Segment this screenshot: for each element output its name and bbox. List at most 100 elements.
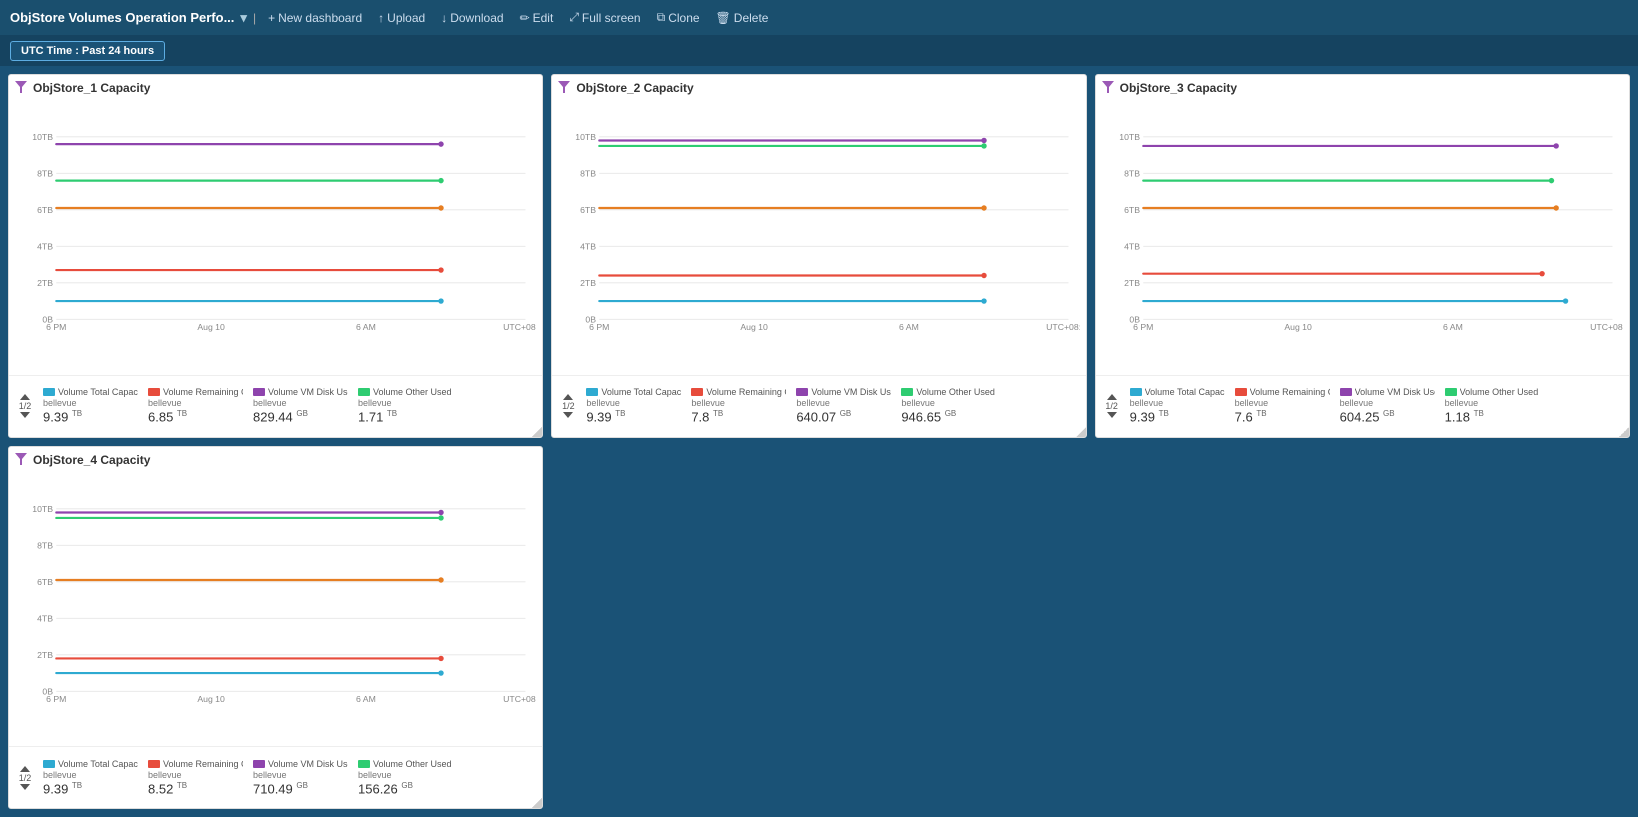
svg-text:6 PM: 6 PM <box>589 322 609 332</box>
legend-location: bellevue <box>253 398 348 408</box>
legend-prev-btn[interactable] <box>1107 394 1117 400</box>
legend-item: Volume Remaining Cap... bellevue 7.6 TB <box>1235 387 1330 424</box>
download-btn[interactable]: ↓ Download <box>435 7 509 29</box>
legend-page: 1/2 <box>562 401 575 411</box>
legend-items: Volume Total Capacit... bellevue 9.39 TB… <box>43 759 536 796</box>
legend-item-name: Volume Remaining Cap... <box>706 387 786 397</box>
time-filter-badge[interactable]: UTC Time : Past 24 hours <box>10 41 165 61</box>
svg-text:UTC+08:00: UTC+08:00 <box>503 694 536 704</box>
resize-handle[interactable] <box>532 427 542 437</box>
dropdown-icon[interactable]: ▾ <box>240 10 247 26</box>
svg-text:6TB: 6TB <box>37 205 53 215</box>
legend-item-name: Volume Remaining Cap... <box>1250 387 1330 397</box>
legend-item: Volume Other Used Ca... bellevue 946.65 … <box>901 387 996 424</box>
legend-item: Volume Total Capacit... bellevue 9.39 TB <box>1130 387 1225 424</box>
svg-text:2TB: 2TB <box>1124 278 1140 288</box>
delete-btn[interactable]: 🗑 Delete <box>710 7 775 29</box>
legend-prev-btn[interactable] <box>20 394 30 400</box>
legend-color <box>586 388 598 396</box>
legend-color <box>253 388 265 396</box>
legend-color <box>796 388 808 396</box>
legend-location: bellevue <box>796 398 891 408</box>
topbar: ObjStore Volumes Operation Perfo... ▾ | … <box>0 0 1638 36</box>
svg-text:10TB: 10TB <box>32 132 53 142</box>
resize-handle[interactable] <box>1619 427 1629 437</box>
legend-value: 9.39 TB <box>43 781 138 796</box>
legend-area: 1/2 Volume Total Capacit... bellevue 9.3… <box>552 375 1085 437</box>
svg-text:6 AM: 6 AM <box>356 694 376 704</box>
edit-btn[interactable]: ✏ Edit <box>514 7 560 29</box>
legend-item: Volume VM Disk Used ... bellevue 829.44 … <box>253 387 348 424</box>
legend-value: 9.39 TB <box>586 409 681 424</box>
panel-1: ObjStore_1 Capacity10TB8TB6TB4TB2TB0B6 P… <box>8 74 543 438</box>
legend-nav: 1/2 <box>15 394 35 418</box>
svg-text:10TB: 10TB <box>1119 132 1140 142</box>
svg-text:6 AM: 6 AM <box>1443 322 1463 332</box>
legend-item-header: Volume Other Used Ca... <box>901 387 996 397</box>
legend-location: bellevue <box>1340 398 1435 408</box>
new-dashboard-btn[interactable]: + New dashboard <box>262 7 368 29</box>
legend-location: bellevue <box>43 770 138 780</box>
legend-next-btn[interactable] <box>20 784 30 790</box>
legend-page: 1/2 <box>19 401 32 411</box>
legend-next-btn[interactable] <box>1107 412 1117 418</box>
legend-next-btn[interactable] <box>563 412 573 418</box>
legend-item: Volume Total Capacit... bellevue 9.39 TB <box>43 759 138 796</box>
legend-value: 6.85 TB <box>148 409 243 424</box>
svg-text:10TB: 10TB <box>576 132 597 142</box>
legend-item-name: Volume Other Used Ca... <box>373 387 453 397</box>
fullscreen-icon: ⤢ <box>569 10 579 25</box>
legend-location: bellevue <box>1235 398 1330 408</box>
legend-item: Volume Other Used Ca... bellevue 1.71 TB <box>358 387 453 424</box>
filter-icon <box>15 453 27 465</box>
legend-location: bellevue <box>43 398 138 408</box>
legend-next-btn[interactable] <box>20 412 30 418</box>
panel-title: ObjStore_1 Capacity <box>9 75 542 97</box>
chart-area: 10TB8TB6TB4TB2TB0B6 PMAug 106 AMUTC+08:0… <box>552 97 1085 375</box>
legend-location: bellevue <box>901 398 996 408</box>
svg-text:4TB: 4TB <box>1124 242 1140 252</box>
svg-text:UTC+08:00: UTC+08:00 <box>503 322 536 332</box>
upload-btn[interactable]: ↑ Upload <box>372 7 431 29</box>
legend-color <box>1340 388 1352 396</box>
legend-color <box>148 760 160 768</box>
legend-value: 9.39 TB <box>1130 409 1225 424</box>
svg-text:10TB: 10TB <box>32 504 53 514</box>
legend-item-header: Volume VM Disk Used ... <box>253 759 348 769</box>
legend-prev-btn[interactable] <box>563 394 573 400</box>
resize-handle[interactable] <box>532 798 542 808</box>
legend-area: 1/2 Volume Total Capacit... bellevue 9.3… <box>1096 375 1629 437</box>
dashboard-grid: ObjStore_1 Capacity10TB8TB6TB4TB2TB0B6 P… <box>0 66 1638 817</box>
legend-color <box>43 760 55 768</box>
legend-item-name: Volume Other Used Ca... <box>916 387 996 397</box>
legend-page: 1/2 <box>1105 401 1118 411</box>
legend-item: Volume Total Capacit... bellevue 9.39 TB <box>586 387 681 424</box>
title-text: ObjStore Volumes Operation Perfo... <box>10 10 234 25</box>
resize-handle[interactable] <box>1076 427 1086 437</box>
legend-item: Volume VM Disk Used ... bellevue 640.07 … <box>796 387 891 424</box>
legend-location: bellevue <box>1130 398 1225 408</box>
legend-item-name: Volume Other Used Ca... <box>1460 387 1540 397</box>
filter-icon <box>558 81 570 93</box>
legend-color <box>1445 388 1457 396</box>
legend-value: 9.39 TB <box>43 409 138 424</box>
legend-item-header: Volume VM Disk Used ... <box>796 387 891 397</box>
svg-text:Aug 10: Aug 10 <box>197 322 225 332</box>
legend-item-header: Volume VM Disk Used ... <box>253 387 348 397</box>
download-icon: ↓ <box>441 11 447 25</box>
legend-item-header: Volume Remaining Cap... <box>1235 387 1330 397</box>
svg-text:8TB: 8TB <box>37 169 53 179</box>
clone-btn[interactable]: ⧉ Clone <box>651 6 706 29</box>
legend-item-header: Volume VM Disk Used ... <box>1340 387 1435 397</box>
legend-color <box>358 388 370 396</box>
svg-text:6TB: 6TB <box>37 577 53 587</box>
legend-prev-btn[interactable] <box>20 766 30 772</box>
legend-item-header: Volume Other Used Ca... <box>358 387 453 397</box>
time-value: Past 24 hours <box>82 45 154 57</box>
legend-location: bellevue <box>1445 398 1540 408</box>
fullscreen-btn[interactable]: ⤢ Full screen <box>563 6 646 29</box>
upload-icon: ↑ <box>378 11 384 25</box>
legend-item-name: Volume VM Disk Used ... <box>1355 387 1435 397</box>
plus-icon: + <box>268 11 275 25</box>
svg-text:8TB: 8TB <box>580 169 596 179</box>
